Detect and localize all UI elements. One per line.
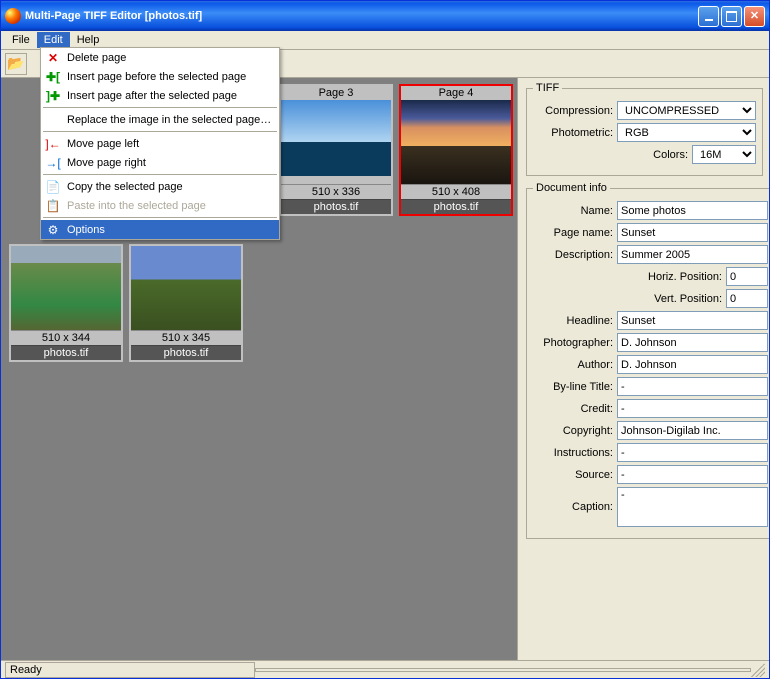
- thumbnail-page-3[interactable]: Page 3 510 x 336 photos.tif: [279, 84, 393, 216]
- menu-help[interactable]: Help: [70, 32, 107, 48]
- app-window: Multi-Page TIFF Editor [photos.tif] File…: [0, 0, 770, 679]
- resize-grip[interactable]: [751, 663, 765, 677]
- byline-input[interactable]: [617, 377, 768, 396]
- open-folder-icon: 📂: [7, 55, 24, 72]
- app-icon: [5, 8, 21, 24]
- copyright-input[interactable]: [617, 421, 768, 440]
- menu-edit[interactable]: Edit: [37, 32, 70, 48]
- menu-insert-before[interactable]: ✚[ Insert page before the selected page: [41, 67, 279, 86]
- menu-replace-image[interactable]: Replace the image in the selected page…: [41, 110, 279, 129]
- caption-input[interactable]: -: [617, 487, 768, 527]
- photometric-select[interactable]: RGB: [617, 123, 756, 142]
- menu-insert-after[interactable]: ]✚ Insert page after the selected page: [41, 86, 279, 105]
- description-input[interactable]: [617, 245, 768, 264]
- titlebar: Multi-Page TIFF Editor [photos.tif]: [1, 1, 769, 31]
- photographer-input[interactable]: [617, 333, 768, 352]
- tiff-group: TIFF Compression: UNCOMPRESSED Photometr…: [526, 82, 763, 176]
- colors-select[interactable]: 16M: [692, 145, 756, 164]
- compression-select[interactable]: UNCOMPRESSED: [617, 101, 756, 120]
- menu-file[interactable]: File: [5, 32, 37, 48]
- maximize-button[interactable]: [721, 6, 742, 27]
- move-right-icon: →[: [45, 155, 61, 171]
- document-info-group: Document info Name: Page name: Descripti…: [526, 182, 769, 539]
- window-title: Multi-Page TIFF Editor [photos.tif]: [25, 10, 698, 22]
- side-panel: TIFF Compression: UNCOMPRESSED Photometr…: [517, 78, 769, 660]
- thumbnail-page-4[interactable]: Page 4 510 x 408 photos.tif: [399, 84, 513, 216]
- menu-copy-page[interactable]: 📄 Copy the selected page: [41, 177, 279, 196]
- delete-icon: ✕: [45, 50, 61, 66]
- credit-input[interactable]: [617, 399, 768, 418]
- menu-paste-page: 📋 Paste into the selected page: [41, 196, 279, 215]
- thumbnail-page-5[interactable]: 510 x 344 photos.tif: [9, 244, 123, 362]
- paste-icon: 📋: [45, 198, 61, 214]
- page-name-input[interactable]: [617, 223, 768, 242]
- headline-input[interactable]: [617, 311, 768, 330]
- horiz-position-input[interactable]: [726, 267, 768, 286]
- instructions-input[interactable]: [617, 443, 768, 462]
- name-input[interactable]: [617, 201, 768, 220]
- thumbnail-page-6[interactable]: 510 x 345 photos.tif: [129, 244, 243, 362]
- menu-move-left[interactable]: ]← Move page left: [41, 134, 279, 153]
- statusbar: Ready: [1, 660, 769, 678]
- menu-move-right[interactable]: →[ Move page right: [41, 153, 279, 172]
- open-button[interactable]: 📂: [5, 53, 27, 75]
- options-icon: ⚙: [45, 222, 61, 238]
- move-left-icon: ]←: [45, 136, 61, 152]
- close-button[interactable]: [744, 6, 765, 27]
- author-input[interactable]: [617, 355, 768, 374]
- copy-icon: 📄: [45, 179, 61, 195]
- status-ready: Ready: [5, 662, 255, 678]
- menu-delete-page[interactable]: ✕ Delete page: [41, 48, 279, 67]
- insert-before-icon: ✚[: [45, 69, 61, 85]
- edit-dropdown: ✕ Delete page ✚[ Insert page before the …: [40, 47, 280, 240]
- vert-position-input[interactable]: [726, 289, 768, 308]
- menu-options[interactable]: ⚙ Options: [41, 220, 279, 239]
- insert-after-icon: ]✚: [45, 88, 61, 104]
- source-input[interactable]: [617, 465, 768, 484]
- minimize-button[interactable]: [698, 6, 719, 27]
